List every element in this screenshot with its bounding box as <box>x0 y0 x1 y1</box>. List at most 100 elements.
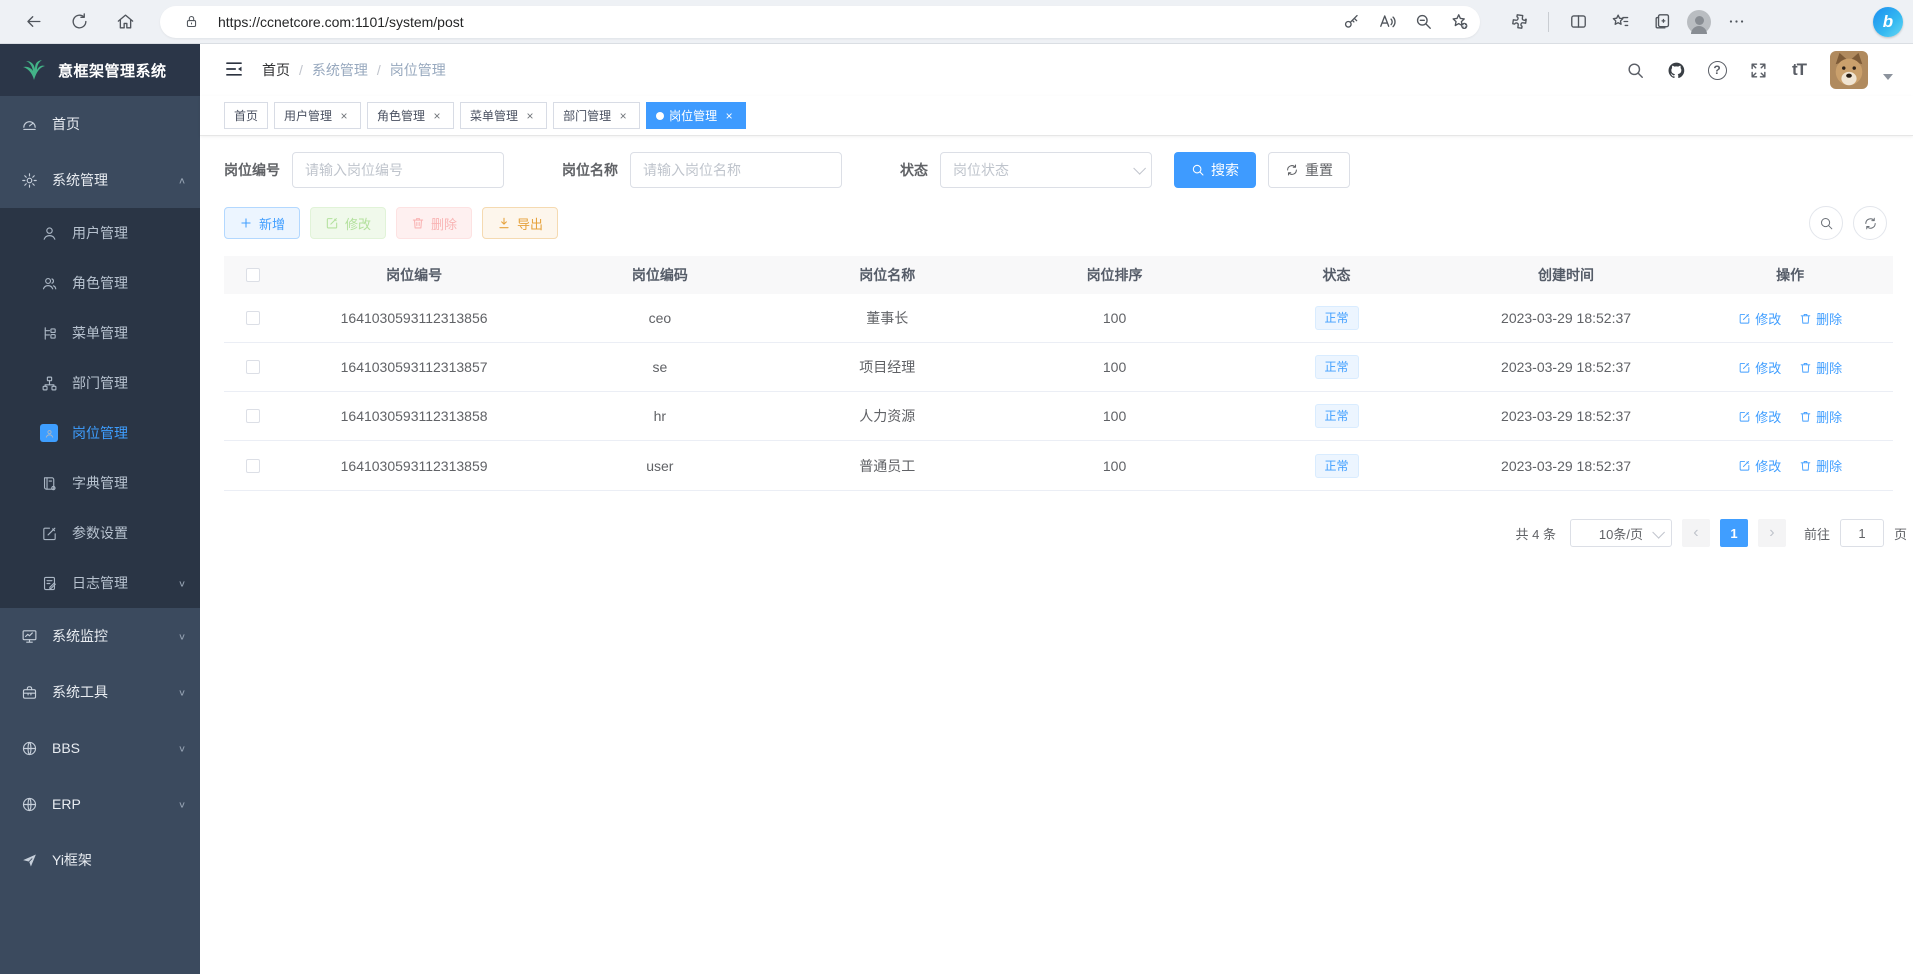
favorites-icon[interactable] <box>1603 5 1637 39</box>
delete-button[interactable]: 删除 <box>396 207 472 239</box>
reset-button[interactable]: 重置 <box>1268 152 1350 188</box>
select-all-checkbox[interactable] <box>246 268 260 282</box>
table-tools <box>1809 206 1887 240</box>
row-checkbox[interactable] <box>246 409 260 423</box>
back-icon[interactable] <box>16 5 50 39</box>
browser-right-icons <box>1502 5 1753 39</box>
split-screen-icon[interactable] <box>1561 5 1595 39</box>
sidebar-logo: 意框架管理系统 <box>0 44 200 96</box>
post-name-input[interactable] <box>630 152 842 188</box>
more-options-icon[interactable] <box>1719 5 1753 39</box>
org-tree-icon <box>40 374 58 392</box>
github-icon[interactable] <box>1660 54 1692 86</box>
close-icon[interactable]: × <box>722 109 736 123</box>
reload-icon[interactable] <box>62 5 96 39</box>
prev-page-button[interactable]: ‹ <box>1682 519 1710 547</box>
help-icon[interactable]: ? <box>1701 54 1733 86</box>
collections-icon[interactable] <box>1645 5 1679 39</box>
tab-user-management[interactable]: 用户管理 × <box>274 102 361 129</box>
sidebar-item-system-tools[interactable]: 系统工具 ∨ <box>0 664 200 720</box>
tab-role-management[interactable]: 角色管理 × <box>367 102 454 129</box>
next-page-button[interactable]: › <box>1758 519 1786 547</box>
sidebar-item-department-management[interactable]: 部门管理 <box>0 358 200 408</box>
extensions-icon[interactable] <box>1502 5 1536 39</box>
sidebar: 意框架管理系统 首页 系统管理 ∧ 用户管理 <box>0 44 200 974</box>
row-delete-link[interactable]: 删除 <box>1799 407 1842 426</box>
row-delete-link[interactable]: 删除 <box>1799 309 1842 328</box>
browser-profile-avatar[interactable] <box>1687 10 1711 34</box>
search-icon[interactable] <box>1619 54 1651 86</box>
tab-post-management[interactable]: 岗位管理 × <box>646 102 746 129</box>
goto-page-input[interactable] <box>1840 519 1884 547</box>
sidebar-item-home[interactable]: 首页 <box>0 96 200 152</box>
address-bar[interactable]: https://ccnetcore.com:1101/system/post <box>160 6 1480 38</box>
sidebar-item-yi-framework[interactable]: Yi框架 <box>0 832 200 888</box>
status-badge: 正常 <box>1315 404 1359 428</box>
read-aloud-icon[interactable] <box>1372 7 1402 37</box>
tab-menu-management[interactable]: 菜单管理 × <box>460 102 547 129</box>
breadcrumb: 首页 / 系统管理 / 岗位管理 <box>262 60 446 80</box>
add-button[interactable]: 新增 <box>224 207 300 239</box>
row-edit-link[interactable]: 修改 <box>1738 407 1781 426</box>
page-number-button[interactable]: 1 <box>1720 519 1748 547</box>
password-key-icon[interactable] <box>1336 7 1366 37</box>
breadcrumb-home[interactable]: 首页 <box>262 60 290 80</box>
collapse-sidebar-icon[interactable] <box>224 59 244 82</box>
row-edit-link[interactable]: 修改 <box>1738 456 1781 475</box>
home-icon[interactable] <box>108 5 142 39</box>
sidebar-item-system-monitor[interactable]: 系统监控 ∨ <box>0 608 200 664</box>
post-badge-icon <box>40 424 58 442</box>
row-edit-link[interactable]: 修改 <box>1738 358 1781 377</box>
export-button[interactable]: 导出 <box>482 207 558 239</box>
edit-button[interactable]: 修改 <box>310 207 386 239</box>
sidebar-item-bbs[interactable]: BBS ∨ <box>0 720 200 776</box>
close-icon[interactable]: × <box>523 109 537 123</box>
row-delete-link[interactable]: 删除 <box>1799 358 1842 377</box>
post-code-label: 岗位编号 <box>224 160 280 180</box>
row-delete-link[interactable]: 删除 <box>1799 456 1842 475</box>
copilot-bing-icon[interactable]: b <box>1873 7 1903 37</box>
table-row[interactable]: 1641030593112313856 ceo 董事长 100 正常 2023-… <box>224 294 1893 343</box>
post-code-input[interactable] <box>292 152 504 188</box>
status-badge: 正常 <box>1315 355 1359 379</box>
row-checkbox[interactable] <box>246 311 260 325</box>
browser-toolbar: https://ccnetcore.com:1101/system/post b <box>0 0 1913 44</box>
page-size-select[interactable]: 10条/页 <box>1570 519 1672 547</box>
search-button[interactable]: 搜索 <box>1174 152 1256 188</box>
status-select-input[interactable] <box>940 152 1152 188</box>
zoom-out-icon[interactable] <box>1408 7 1438 37</box>
add-favorite-icon[interactable] <box>1444 7 1474 37</box>
close-icon[interactable]: × <box>616 109 630 123</box>
user-avatar[interactable] <box>1830 51 1868 89</box>
chevron-down-icon: ∨ <box>178 799 186 809</box>
font-size-icon[interactable]: tT <box>1783 54 1815 86</box>
sidebar-item-user-management[interactable]: 用户管理 <box>0 208 200 258</box>
status-select[interactable] <box>940 152 1152 188</box>
table-row[interactable]: 1641030593112313859 user 普通员工 100 正常 202… <box>224 441 1893 490</box>
refresh-table-button[interactable] <box>1853 206 1887 240</box>
chevron-down-icon: ∨ <box>178 743 186 753</box>
close-icon[interactable]: × <box>430 109 444 123</box>
tab-home[interactable]: 首页 <box>224 102 268 129</box>
show-search-button[interactable] <box>1809 206 1843 240</box>
tab-department-management[interactable]: 部门管理 × <box>553 102 640 129</box>
sidebar-item-log-management[interactable]: 日志管理 ∨ <box>0 558 200 608</box>
pagination: 共 4 条 10条/页 ‹ 1 › 前往 页 <box>224 519 1907 547</box>
table-row[interactable]: 1641030593112313858 hr 人力资源 100 正常 2023-… <box>224 392 1893 441</box>
row-checkbox[interactable] <box>246 459 260 473</box>
sidebar-item-system-management[interactable]: 系统管理 ∧ <box>0 152 200 208</box>
row-checkbox[interactable] <box>246 360 260 374</box>
row-edit-link[interactable]: 修改 <box>1738 309 1781 328</box>
sidebar-item-menu-management[interactable]: 菜单管理 <box>0 308 200 358</box>
sidebar-item-parameter-settings[interactable]: 参数设置 <box>0 508 200 558</box>
header-actions: ? tT <box>1619 51 1897 89</box>
user-menu-caret-icon[interactable] <box>1883 74 1893 80</box>
sidebar-item-erp[interactable]: ERP ∨ <box>0 776 200 832</box>
close-icon[interactable]: × <box>337 109 351 123</box>
sidebar-item-role-management[interactable]: 角色管理 <box>0 258 200 308</box>
sidebar-item-post-management[interactable]: 岗位管理 <box>0 408 200 458</box>
fullscreen-icon[interactable] <box>1742 54 1774 86</box>
breadcrumb-system[interactable]: 系统管理 <box>312 60 368 80</box>
table-row[interactable]: 1641030593112313857 se 项目经理 100 正常 2023-… <box>224 343 1893 392</box>
sidebar-item-dictionary-management[interactable]: 字典管理 <box>0 458 200 508</box>
